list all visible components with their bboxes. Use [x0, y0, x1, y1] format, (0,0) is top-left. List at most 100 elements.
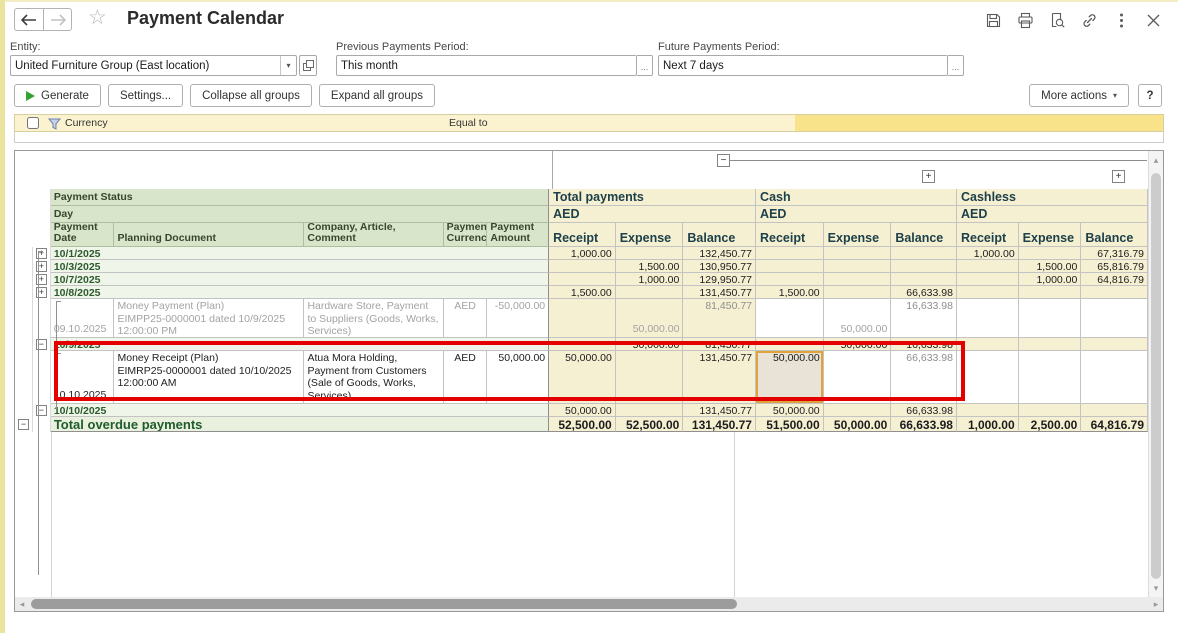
cell-cash-balance[interactable]: 66,633.98 — [891, 286, 957, 299]
total-cashless-expense[interactable]: 2,500.00 — [1019, 417, 1082, 432]
cell-total-balance[interactable]: 131,450.77 — [683, 404, 756, 417]
settings-button[interactable]: Settings... — [108, 84, 183, 107]
cell-cash-balance[interactable] — [891, 260, 957, 273]
future-period-input[interactable] — [658, 55, 948, 76]
detail-amount-cell[interactable]: -50,000.00 — [487, 299, 549, 338]
collapse-all-groups-button[interactable]: Collapse all groups — [190, 84, 312, 107]
cell-cash-expense[interactable] — [824, 273, 892, 286]
cell-cashless-expense[interactable] — [1019, 299, 1082, 338]
cell-cashless-expense[interactable]: 1,500.00 — [1019, 260, 1082, 273]
cell-cashless-expense[interactable] — [1019, 247, 1082, 260]
cell-cash-expense[interactable] — [824, 260, 892, 273]
cell-total-receipt[interactable]: 1,000.00 — [549, 247, 616, 260]
cell-cash-balance[interactable] — [891, 273, 957, 286]
horizontal-scrollbar[interactable]: ◂ ▸ — [15, 597, 1163, 611]
more-actions-button[interactable]: More actions ▾ — [1029, 84, 1129, 107]
cell-cash-balance[interactable]: 66,633.98 — [891, 404, 957, 417]
cell-cashless-expense[interactable] — [1019, 338, 1082, 351]
cell-total-expense[interactable]: 50,000.00 — [616, 338, 684, 351]
cell-cash-receipt[interactable] — [756, 247, 824, 260]
cell-cash-expense[interactable]: 50,000.00 — [824, 338, 892, 351]
date-cell[interactable]: 10/3/2025 — [51, 260, 549, 273]
cell-cash-receipt[interactable] — [756, 273, 824, 286]
favorite-star-icon[interactable]: ☆ — [88, 6, 107, 30]
filter-value-field[interactable] — [795, 115, 1163, 131]
cell-cashless-receipt[interactable]: 1,000.00 — [957, 247, 1019, 260]
cell-cash-balance[interactable] — [891, 247, 957, 260]
cell-cashless-balance[interactable] — [1081, 351, 1148, 404]
cell-cashless-receipt[interactable] — [957, 260, 1019, 273]
expand-all-groups-button[interactable]: Expand all groups — [319, 84, 435, 107]
cell-cash-balance[interactable]: 16,633.98 — [891, 299, 957, 338]
cell-cash-receipt[interactable] — [756, 338, 824, 351]
cell-total-receipt[interactable]: 50,000.00 — [549, 404, 616, 417]
total-overdue-label[interactable]: Total overdue payments — [51, 417, 549, 432]
detail-date-cell[interactable]: 09.10.2025 — [51, 299, 115, 338]
total-cash-expense[interactable]: 50,000.00 — [824, 417, 892, 432]
entity-dropdown-icon[interactable]: ▾ — [280, 56, 296, 75]
total-expense[interactable]: 52,500.00 — [616, 417, 684, 432]
cell-total-expense[interactable]: 50,000.00 — [616, 299, 684, 338]
cell-cashless-expense[interactable] — [1019, 286, 1082, 299]
cell-cashless-balance[interactable]: 64,816.79 — [1081, 273, 1148, 286]
cell-total-expense[interactable] — [616, 351, 684, 404]
total-cashless-balance[interactable]: 64,816.79 — [1081, 417, 1148, 432]
cell-cashless-balance[interactable] — [1081, 404, 1148, 417]
cell-total-expense[interactable]: 1,000.00 — [616, 273, 684, 286]
cell-cashless-receipt[interactable] — [957, 286, 1019, 299]
cell-total-balance[interactable]: 81,450.77 — [683, 338, 756, 351]
print-preview-button[interactable] — [1048, 11, 1066, 29]
back-button[interactable] — [14, 8, 43, 31]
total-cashless-receipt[interactable]: 1,000.00 — [957, 417, 1019, 432]
cell-cashless-balance[interactable] — [1081, 286, 1148, 299]
detail-date-cell[interactable]: 10.10.2025 — [51, 351, 115, 404]
cell-cash-expense[interactable] — [824, 351, 892, 404]
cell-cashless-receipt[interactable] — [957, 338, 1019, 351]
cell-total-expense[interactable] — [616, 286, 684, 299]
cell-cashless-balance[interactable]: 67,316.79 — [1081, 247, 1148, 260]
entity-open-button[interactable] — [299, 55, 317, 76]
detail-currency-cell[interactable]: AED — [444, 351, 488, 404]
cell-cashless-receipt[interactable] — [957, 351, 1019, 404]
group-collapse-box[interactable]: − — [717, 154, 730, 167]
filter-enabled-checkbox[interactable] — [27, 117, 39, 129]
cell-cash-expense[interactable]: 50,000.00 — [824, 299, 892, 338]
cell-cashless-balance[interactable] — [1081, 299, 1148, 338]
date-cell[interactable]: 10/10/2025 — [51, 404, 549, 417]
cell-total-balance[interactable]: 130,950.77 — [683, 260, 756, 273]
more-menu-button[interactable] — [1112, 11, 1130, 29]
close-button[interactable] — [1144, 11, 1162, 29]
detail-document-cell[interactable]: Money Payment (Plan) EIMPP25-0000001 dat… — [114, 299, 304, 338]
date-cell[interactable]: 10/1/2025 — [51, 247, 549, 260]
cell-cashless-receipt[interactable] — [957, 299, 1019, 338]
entity-input[interactable] — [10, 55, 297, 76]
cell-cash-balance[interactable]: 66,633.98 — [891, 351, 957, 404]
cell-total-expense[interactable] — [616, 247, 684, 260]
collapse-icon[interactable]: − — [18, 419, 29, 430]
help-button[interactable]: ? — [1138, 84, 1162, 107]
total-cash-balance[interactable]: 66,633.98 — [891, 417, 957, 432]
date-cell[interactable]: 10/9/2025 — [51, 338, 549, 351]
vertical-scroll-thumb[interactable] — [1151, 173, 1161, 579]
total-receipt[interactable]: 52,500.00 — [549, 417, 616, 432]
cell-cash-expense[interactable] — [824, 404, 892, 417]
cell-total-receipt[interactable] — [549, 273, 616, 286]
previous-period-input[interactable] — [336, 55, 637, 76]
horizontal-scroll-thumb[interactable] — [31, 599, 737, 609]
group-expand-box-cashless[interactable]: + — [1112, 170, 1125, 183]
date-cell[interactable]: 10/8/2025 — [51, 286, 549, 299]
date-cell[interactable]: 10/7/2025 — [51, 273, 549, 286]
cell-cash-receipt-selected[interactable]: 50,000.00 — [756, 351, 824, 404]
cell-total-expense[interactable] — [616, 404, 684, 417]
total-cash-receipt[interactable]: 51,500.00 — [756, 417, 824, 432]
cell-total-balance[interactable]: 132,450.77 — [683, 247, 756, 260]
cell-cashless-balance[interactable]: 65,816.79 — [1081, 260, 1148, 273]
cell-cash-receipt[interactable]: 1,500.00 — [756, 286, 824, 299]
group-expand-box-cash[interactable]: + — [922, 170, 935, 183]
cell-cash-receipt[interactable]: 50,000.00 — [756, 404, 824, 417]
detail-company-cell[interactable]: Atua Mora Holding, Payment from Customer… — [304, 351, 443, 404]
cell-cash-expense[interactable] — [824, 247, 892, 260]
cell-total-balance[interactable]: 131,450.77 — [683, 351, 756, 404]
scroll-down-icon[interactable]: ▾ — [1149, 581, 1163, 595]
detail-currency-cell[interactable]: AED — [444, 299, 488, 338]
